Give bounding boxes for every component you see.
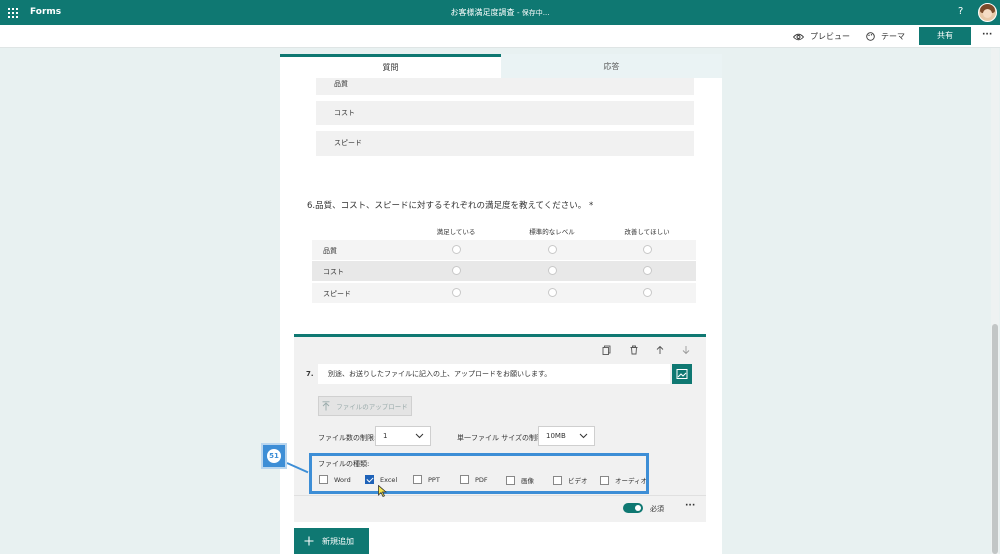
annotation-highlight-box bbox=[309, 453, 649, 494]
likert-radio[interactable] bbox=[643, 245, 652, 254]
image-edit-icon bbox=[676, 369, 688, 379]
eye-icon bbox=[793, 33, 804, 40]
annotation-callout: 51 bbox=[261, 443, 287, 469]
help-icon[interactable]: ? bbox=[958, 6, 963, 17]
scrollbar[interactable] bbox=[991, 48, 999, 554]
delete-icon[interactable] bbox=[629, 345, 639, 355]
likert-row: スピード bbox=[312, 283, 696, 303]
required-toggle[interactable] bbox=[623, 503, 643, 513]
theme-label: テーマ bbox=[881, 32, 905, 41]
preview-button[interactable]: プレビュー bbox=[793, 31, 850, 42]
likert-column-header: 改善してほしい bbox=[624, 228, 670, 236]
likert-radio[interactable] bbox=[548, 266, 557, 275]
required-label: 必須 bbox=[650, 505, 664, 513]
file-count-label: ファイル数の制限: bbox=[318, 434, 377, 442]
q5-option: 品質 bbox=[316, 78, 694, 95]
file-size-label: 単一ファイル サイズの制限: bbox=[457, 434, 546, 442]
add-new-button[interactable]: 新規追加 bbox=[294, 528, 369, 554]
file-count-select[interactable]: 1 bbox=[375, 426, 431, 446]
chevron-down-icon bbox=[415, 433, 424, 439]
theme-button[interactable]: テーマ bbox=[866, 31, 905, 42]
copy-icon[interactable] bbox=[602, 345, 612, 355]
q5-option: スピード bbox=[316, 131, 694, 156]
file-count-value: 1 bbox=[383, 432, 388, 440]
tab-questions[interactable]: 質問 bbox=[280, 54, 501, 78]
likert-row-label: 品質 bbox=[323, 247, 337, 255]
question-more-icon[interactable]: ··· bbox=[685, 501, 695, 511]
likert-row: コスト bbox=[312, 261, 696, 281]
upload-file-button[interactable]: ファイルのアップロード bbox=[318, 396, 412, 416]
question-number: 7. bbox=[306, 370, 314, 378]
likert-radio[interactable] bbox=[643, 266, 652, 275]
preview-label: プレビュー bbox=[810, 32, 850, 41]
likert-radio[interactable] bbox=[452, 266, 461, 275]
mouse-cursor-icon bbox=[378, 485, 387, 497]
chevron-down-icon bbox=[579, 433, 588, 439]
question-text-input[interactable]: 別途、お送りしたファイルに記入の上、アップロードをお願いします。 bbox=[318, 364, 670, 384]
add-new-label: 新規追加 bbox=[322, 536, 354, 546]
likert-radio[interactable] bbox=[548, 288, 557, 297]
scrollbar-thumb[interactable] bbox=[992, 324, 998, 554]
share-button[interactable]: 共有 bbox=[919, 27, 971, 45]
likert-row-label: コスト bbox=[323, 268, 344, 276]
likert-column-header: 標準的なレベル bbox=[529, 228, 575, 236]
divider bbox=[294, 495, 706, 496]
command-bar: プレビュー テーマ 共有 ··· bbox=[0, 25, 1000, 48]
palette-icon bbox=[866, 32, 875, 41]
q5-option: コスト bbox=[316, 101, 694, 125]
document-title-text[interactable]: お客様満足度調査 bbox=[451, 8, 515, 17]
avatar[interactable] bbox=[978, 3, 997, 22]
likert-radio[interactable] bbox=[452, 288, 461, 297]
likert-radio[interactable] bbox=[643, 288, 652, 297]
file-size-select[interactable]: 10MB bbox=[538, 426, 595, 446]
likert-radio[interactable] bbox=[548, 245, 557, 254]
top-bar: Forms お客様満足度調査 - 保存中... ? bbox=[0, 0, 1000, 25]
plus-icon bbox=[304, 536, 314, 546]
move-up-icon[interactable] bbox=[655, 345, 665, 355]
upload-file-label: ファイルのアップロード bbox=[336, 403, 408, 411]
likert-row-label: スピード bbox=[323, 290, 351, 298]
insert-media-button[interactable] bbox=[672, 364, 692, 384]
tab-responses[interactable]: 応答 bbox=[501, 54, 722, 78]
q6-title: 6.品質、コスト、スピードに対するそれぞれの満足度を教えてください。 * bbox=[307, 201, 594, 211]
document-title[interactable]: お客様満足度調査 - 保存中... bbox=[0, 7, 1000, 18]
upload-icon bbox=[322, 401, 330, 411]
likert-column-header: 満足している bbox=[436, 228, 476, 236]
save-status: - 保存中... bbox=[517, 9, 550, 17]
likert-radio[interactable] bbox=[452, 245, 461, 254]
file-size-value: 10MB bbox=[546, 432, 566, 440]
more-options-icon[interactable]: ··· bbox=[982, 30, 992, 40]
move-down-icon[interactable] bbox=[681, 345, 691, 355]
callout-number: 51 bbox=[267, 449, 281, 463]
likert-row: 品質 bbox=[312, 240, 696, 260]
